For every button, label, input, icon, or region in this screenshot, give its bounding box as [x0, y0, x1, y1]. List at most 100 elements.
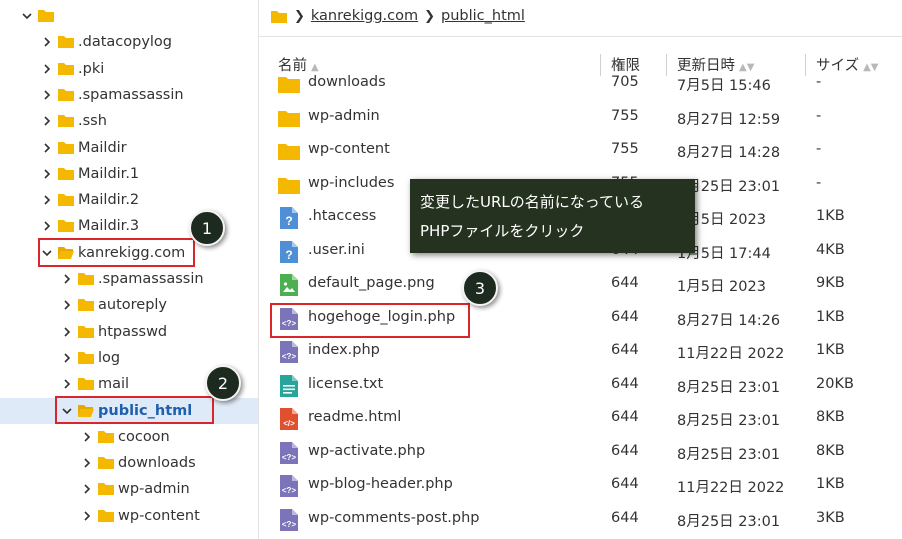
tree-item[interactable]: public_html [0, 397, 258, 424]
folder-icon [58, 219, 78, 233]
chevron-right-icon[interactable] [40, 193, 54, 207]
tree-item[interactable] [0, 3, 258, 29]
html-file-icon: </> [278, 407, 300, 431]
file-row[interactable]: </> readme.html 644 8月25日 23:01 8KB [259, 403, 902, 436]
svg-text:?: ? [285, 214, 292, 228]
file-modified-date: 1月5日 2023 [677, 279, 766, 295]
tree-item[interactable]: Maildir [0, 135, 258, 161]
callout-line-2: PHPファイルをクリック [420, 222, 585, 240]
tree-item[interactable]: wp-admin [0, 476, 258, 502]
file-row[interactable]: <?> wp-activate.php 644 8月25日 23:01 8KB [259, 437, 902, 470]
tree-item[interactable]: htpasswd [0, 319, 258, 345]
chevron-down-icon[interactable] [60, 404, 74, 418]
tree-item[interactable]: .spamassassin [0, 266, 258, 292]
chevron-down-icon[interactable] [40, 246, 54, 260]
file-name[interactable]: readme.html [308, 409, 401, 425]
file-row[interactable]: <?> index.php 644 11月22日 2022 1KB [259, 336, 902, 369]
php-file-icon: <?> [278, 441, 300, 465]
tree-item[interactable]: Maildir.1 [0, 161, 258, 187]
chevron-right-icon[interactable] [40, 35, 54, 49]
file-name[interactable]: wp-content [308, 141, 390, 157]
chevron-right-icon[interactable] [60, 351, 74, 365]
file-name[interactable]: downloads [308, 74, 386, 90]
file-row[interactable]: <?> wp-blog-header.php 644 11月22日 2022 1KB [259, 470, 902, 503]
file-name[interactable]: index.php [308, 342, 380, 358]
folder-open-icon [78, 404, 98, 418]
file-size: 1KB [816, 342, 845, 358]
chevron-right-icon[interactable] [40, 219, 54, 233]
chevron-right-icon[interactable] [60, 377, 74, 391]
file-row[interactable]: default_page.png 644 1月5日 2023 9KB [259, 269, 902, 302]
folder-icon [78, 298, 98, 312]
tree-item-label: .pki [78, 60, 105, 77]
breadcrumb-domain[interactable]: kanrekigg.com [311, 8, 418, 24]
chevron-right-icon[interactable] [80, 430, 94, 444]
tree-item[interactable]: .spamassassin [0, 82, 258, 108]
tree-item-label: log [98, 349, 121, 366]
tree-item[interactable]: autoreply [0, 292, 258, 318]
file-name[interactable]: wp-includes [308, 175, 394, 191]
folder-icon [58, 35, 78, 49]
chevron-right-icon[interactable] [60, 298, 74, 312]
folder-icon [78, 325, 98, 339]
tree-item[interactable]: .pki [0, 56, 258, 82]
folder-open-icon [58, 246, 78, 260]
folder-icon [278, 72, 300, 96]
tree-item-label: Maildir.3 [78, 218, 140, 235]
chevron-right-icon[interactable] [60, 325, 74, 339]
chevron-right-icon[interactable] [80, 509, 94, 523]
file-modified-date: 8月25日 23:01 [677, 413, 781, 429]
svg-text:<?>: <?> [282, 520, 297, 529]
file-name[interactable]: .htaccess [308, 208, 376, 224]
tree-item-label: autoreply [98, 297, 168, 314]
file-row[interactable]: <?> wp-comments-post.php 644 8月25日 23:01 3KB [259, 504, 902, 537]
chevron-down-icon[interactable] [20, 9, 34, 23]
tree-item-label: wp-content [118, 507, 200, 524]
tree-item-label: .datacopylog [78, 34, 173, 51]
tree-item[interactable]: cocoon [0, 424, 258, 450]
tree-item[interactable]: wp-content [0, 503, 258, 529]
file-name[interactable]: .user.ini [308, 242, 365, 258]
folder-icon [98, 509, 118, 523]
file-modified-date: 8月27日 12:59 [677, 111, 781, 128]
chevron-right-icon[interactable] [40, 62, 54, 76]
file-name[interactable]: license.txt [308, 376, 383, 392]
file-row[interactable]: wp-admin 755 8月27日 12:59 - [259, 102, 902, 135]
file-size: 4KB [816, 241, 845, 258]
file-row[interactable]: downloads 705 7月5日 15:46 - [259, 68, 902, 101]
file-row[interactable]: license.txt 644 8月25日 23:01 20KB [259, 370, 902, 403]
php-file-icon: <?> [278, 340, 300, 364]
file-row[interactable]: wp-content 755 8月27日 14:28 - [259, 135, 902, 168]
chevron-right-icon[interactable] [40, 167, 54, 181]
chevron-right-icon[interactable] [40, 88, 54, 102]
file-modified-date: 8月27日 14:28 [677, 145, 781, 161]
chevron-right-icon[interactable] [60, 272, 74, 286]
folder-icon [58, 62, 78, 76]
file-row[interactable]: <?> hogehoge_login.php 644 8月27日 14:26 1KB [259, 303, 902, 336]
tree-item[interactable]: .ssh [0, 108, 258, 134]
file-name[interactable]: wp-blog-header.php [308, 476, 453, 492]
chevron-right-icon[interactable] [80, 482, 94, 496]
tree-item[interactable]: downloads [0, 450, 258, 476]
folder-icon[interactable] [270, 9, 288, 24]
chevron-right-icon[interactable] [80, 456, 94, 470]
svg-text:<?>: <?> [282, 486, 297, 495]
file-size: 8KB [816, 409, 845, 425]
file-name[interactable]: default_page.png [308, 275, 435, 291]
file-name[interactable]: wp-comments-post.php [308, 510, 480, 526]
svg-text:<?>: <?> [282, 453, 297, 462]
file-modified-date: 8月25日 23:01 [677, 379, 781, 396]
file-name[interactable]: hogehoge_login.php [308, 309, 455, 325]
file-size: 1KB [816, 208, 845, 224]
file-name[interactable]: wp-activate.php [308, 443, 425, 459]
unknown-file-icon: ? [278, 206, 300, 230]
file-name[interactable]: wp-admin [308, 108, 380, 124]
breadcrumb-folder[interactable]: public_html [441, 8, 525, 24]
tree-item[interactable]: .datacopylog [0, 29, 258, 55]
chevron-right-icon[interactable] [40, 114, 54, 128]
tree-item-label: .spamassassin [78, 86, 184, 103]
file-permission: 755 [611, 107, 639, 124]
chevron-right-icon[interactable] [40, 141, 54, 155]
tree-item[interactable]: Maildir.2 [0, 187, 258, 213]
tree-item[interactable]: kanrekigg.com [0, 240, 258, 266]
